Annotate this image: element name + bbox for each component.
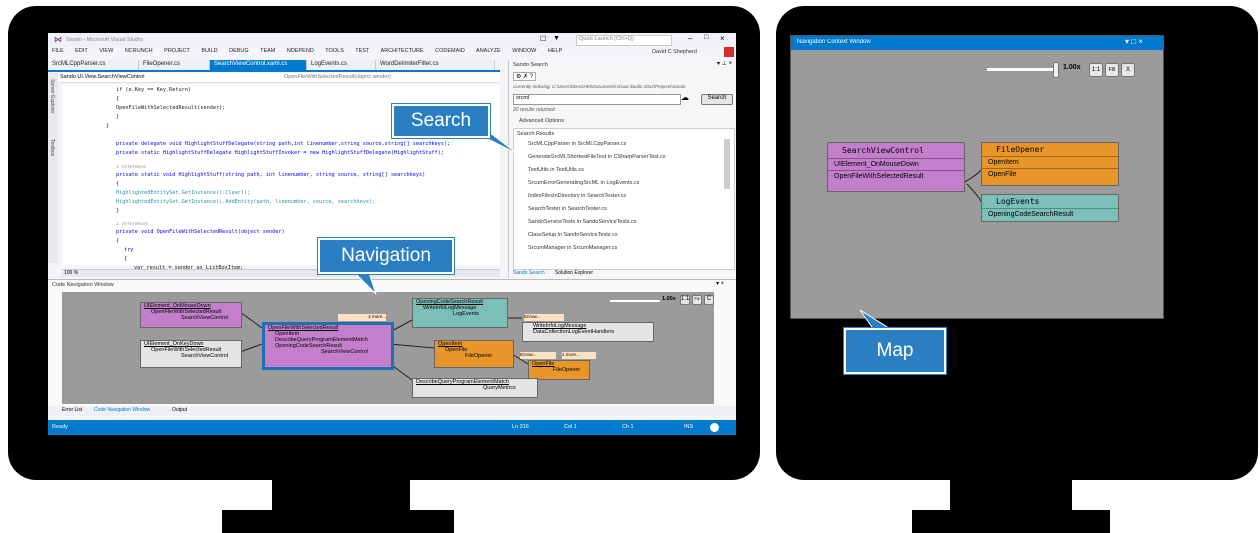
- map-callout-pointer: [859, 309, 894, 331]
- search-callout: Search: [392, 104, 490, 138]
- callout-pointers: [350, 129, 894, 331]
- navigation-callout: Navigation: [318, 238, 454, 274]
- map-callout: Map: [844, 328, 946, 374]
